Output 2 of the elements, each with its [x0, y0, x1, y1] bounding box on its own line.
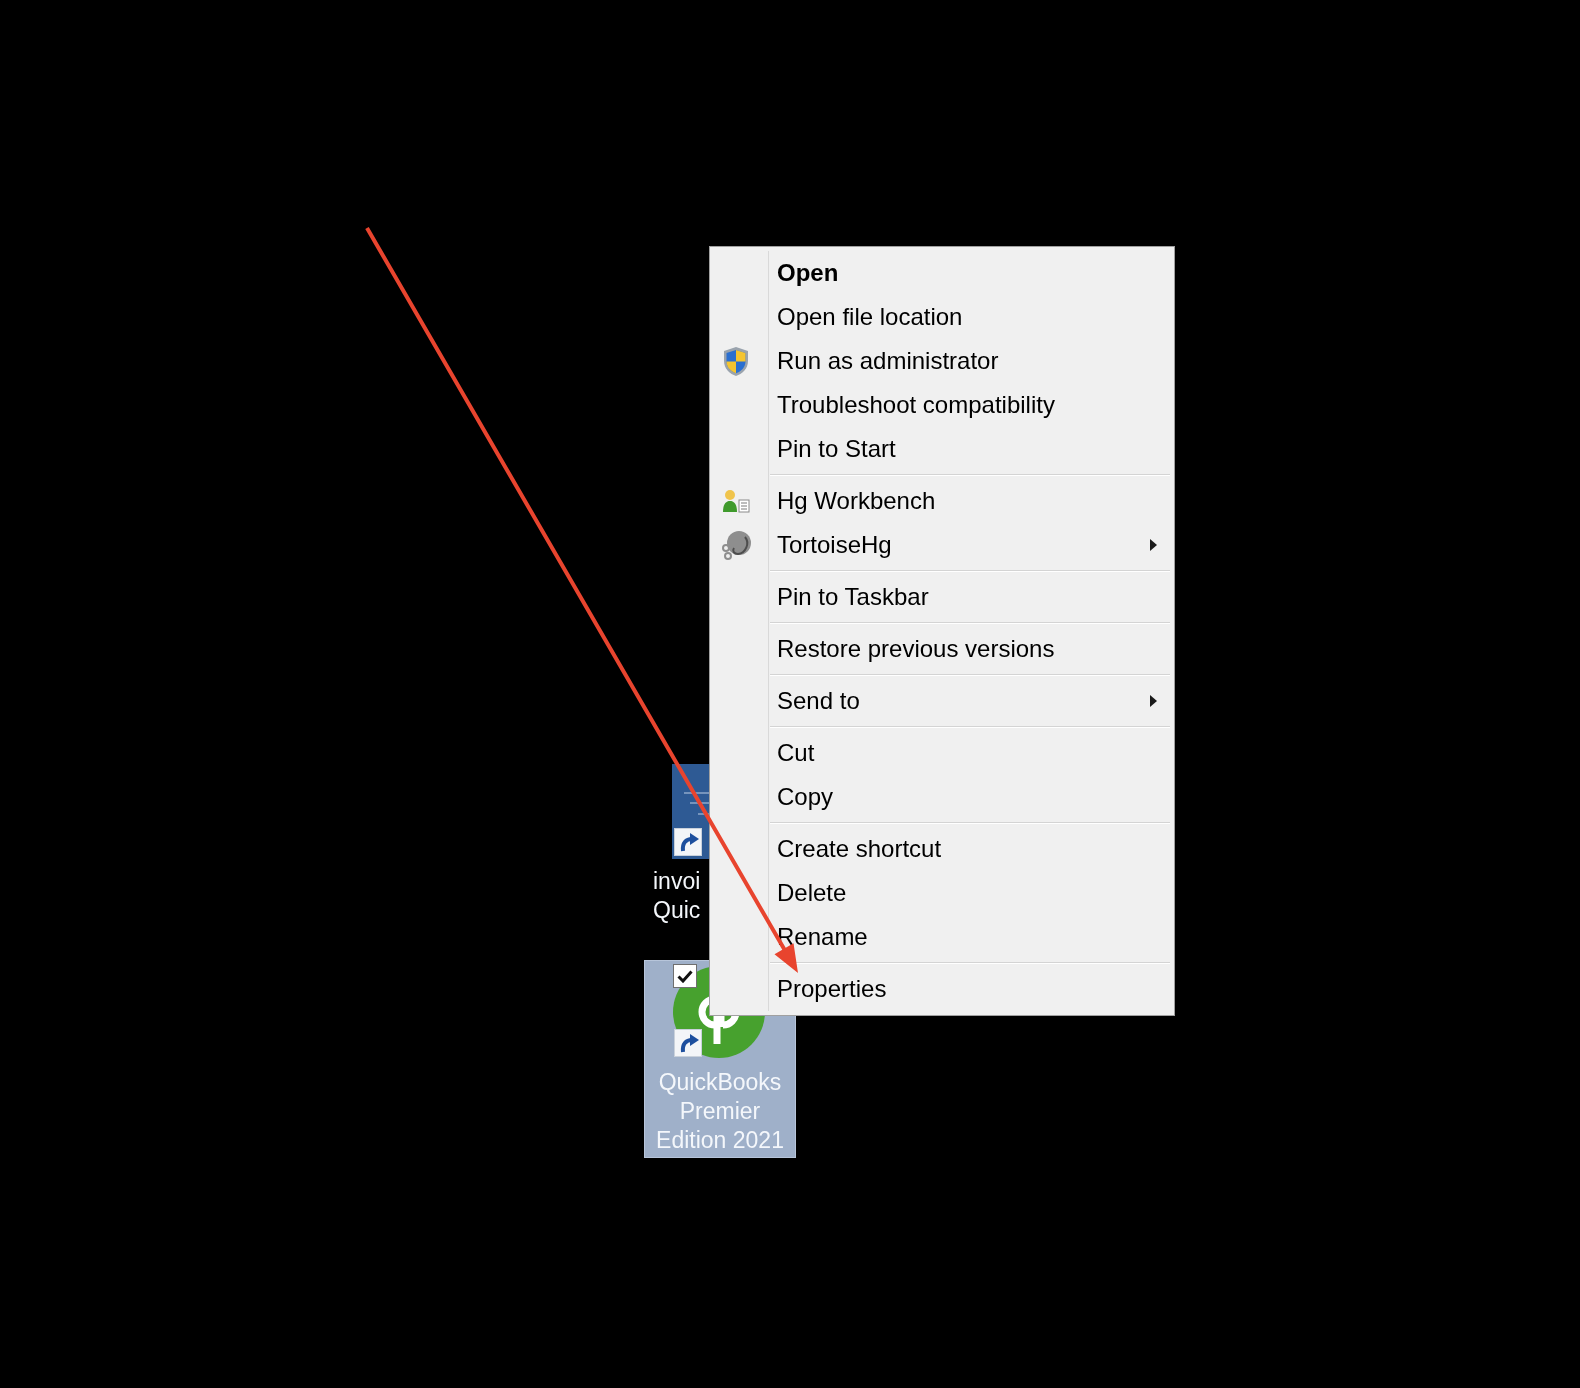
icon-label: QuickBooks Premier Edition 2021: [656, 1068, 784, 1155]
icon-label: invoi Quic: [653, 867, 701, 925]
